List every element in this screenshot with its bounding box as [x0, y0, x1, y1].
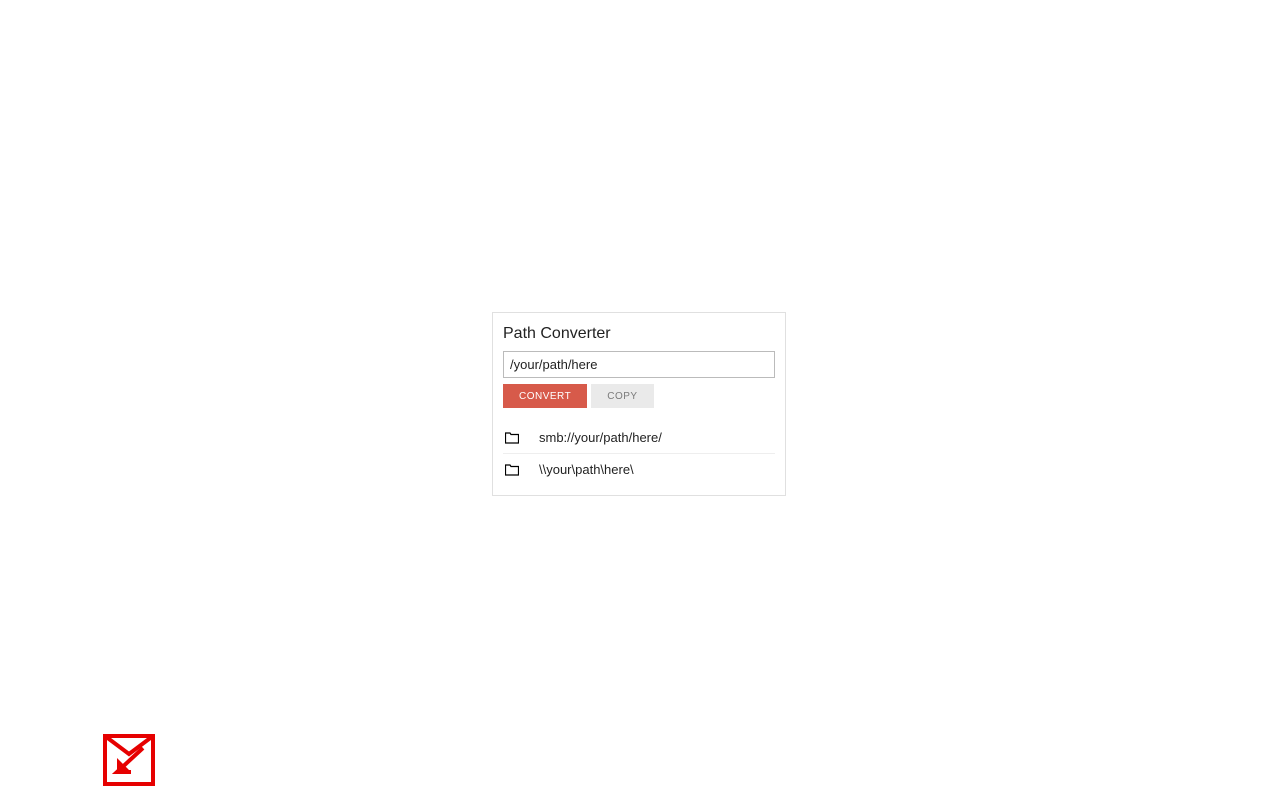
- result-row-smb: smb://your/path/here/: [503, 422, 775, 454]
- convert-button[interactable]: CONVERT: [503, 384, 587, 408]
- result-row-unc: \\your\path\here\: [503, 454, 775, 485]
- result-unc-text: \\your\path\here\: [539, 462, 634, 477]
- button-row: CONVERT COPY: [503, 384, 775, 408]
- panel-title: Path Converter: [503, 325, 775, 343]
- copy-button[interactable]: COPY: [591, 384, 653, 408]
- folder-icon: [505, 464, 519, 476]
- folder-icon: [505, 432, 519, 444]
- path-converter-panel: Path Converter CONVERT COPY smb://your/p…: [492, 312, 786, 496]
- result-smb-text: smb://your/path/here/: [539, 430, 662, 445]
- corner-logo-icon: [103, 734, 155, 786]
- path-input[interactable]: [503, 351, 775, 378]
